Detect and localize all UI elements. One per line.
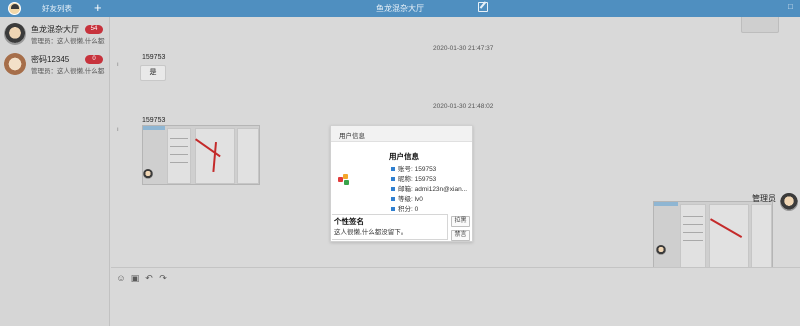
conversation-avatar [4, 23, 26, 45]
undo-icon[interactable]: ↶ [144, 273, 154, 283]
image-icon[interactable]: ▣ [130, 273, 140, 283]
message-bubble [741, 17, 779, 33]
user-email: 邮箱: admi123n@xian... [391, 183, 467, 193]
message-bubble: 是 [140, 65, 166, 81]
message-marker: ı [117, 62, 119, 68]
top-bar: 好友列表 + 鱼龙混杂大厅 □ [0, 0, 800, 17]
image-message[interactable] [653, 201, 773, 271]
emoji-icon[interactable]: ☺ [116, 273, 126, 283]
signature-text: 这人很懒,什么都没留下。 [334, 229, 408, 236]
dialog-header: 用户信息 [331, 126, 472, 142]
message-sender: 159753 [142, 54, 166, 61]
message-sender: 159753 [142, 117, 166, 124]
conversation-avatar [4, 53, 26, 75]
user-account: 账号: 159753 [391, 163, 436, 173]
conversation-item[interactable]: 鱼龙混杂大厅 管理员：这人很懒,什么都没... 54 [0, 20, 110, 50]
user-info-dialog: 用户信息 用户信息 账号: 159753 昵称: 159753 邮箱: admi… [330, 125, 473, 242]
dialog-title: 用户信息 [339, 133, 365, 140]
user-level: 等级: lv0 [391, 193, 423, 203]
user-points: 积分: 0 [391, 203, 418, 213]
sender-avatar [143, 169, 153, 179]
conversation-preview: 管理员：这人很懒,什么都没... [31, 38, 105, 45]
user-info-heading: 用户信息 [389, 152, 419, 161]
app-logo-icon [338, 174, 350, 186]
unread-badge: 0 [85, 55, 103, 64]
room-title: 鱼龙混杂大厅 [376, 4, 424, 13]
conversation-name: 密码12345 [31, 55, 70, 64]
image-message[interactable] [142, 125, 260, 185]
user-nickname: 昵称: 159753 [391, 173, 436, 183]
message-input-area[interactable]: ☺ ▣ ↶ ↷ [111, 267, 800, 326]
edit-icon[interactable] [478, 2, 488, 12]
admin-name: 管理员 [752, 194, 776, 203]
message-timestamp: 2020-01-30 21:47:37 [433, 45, 494, 52]
conversation-sidebar: 鱼龙混杂大厅 管理员：这人很懒,什么都没... 54 密码12345 管理员：这… [0, 17, 110, 326]
admin-avatar[interactable] [780, 193, 798, 211]
window-icon[interactable]: □ [788, 2, 793, 11]
mute-button[interactable]: 禁言 [451, 230, 470, 241]
unread-badge: 54 [85, 25, 103, 34]
conversation-item[interactable]: 密码12345 管理员：这人很懒,什么都... 0 [0, 50, 110, 80]
message-marker: ı [117, 127, 119, 133]
message-timestamp: 2020-01-30 21:48:02 [433, 103, 494, 110]
sender-avatar [656, 245, 666, 255]
block-button[interactable]: 拉黑 [451, 216, 470, 227]
conversation-name: 鱼龙混杂大厅 [31, 25, 79, 34]
redo-icon[interactable]: ↷ [158, 273, 168, 283]
conversation-preview: 管理员：这人很懒,什么都... [31, 68, 105, 75]
